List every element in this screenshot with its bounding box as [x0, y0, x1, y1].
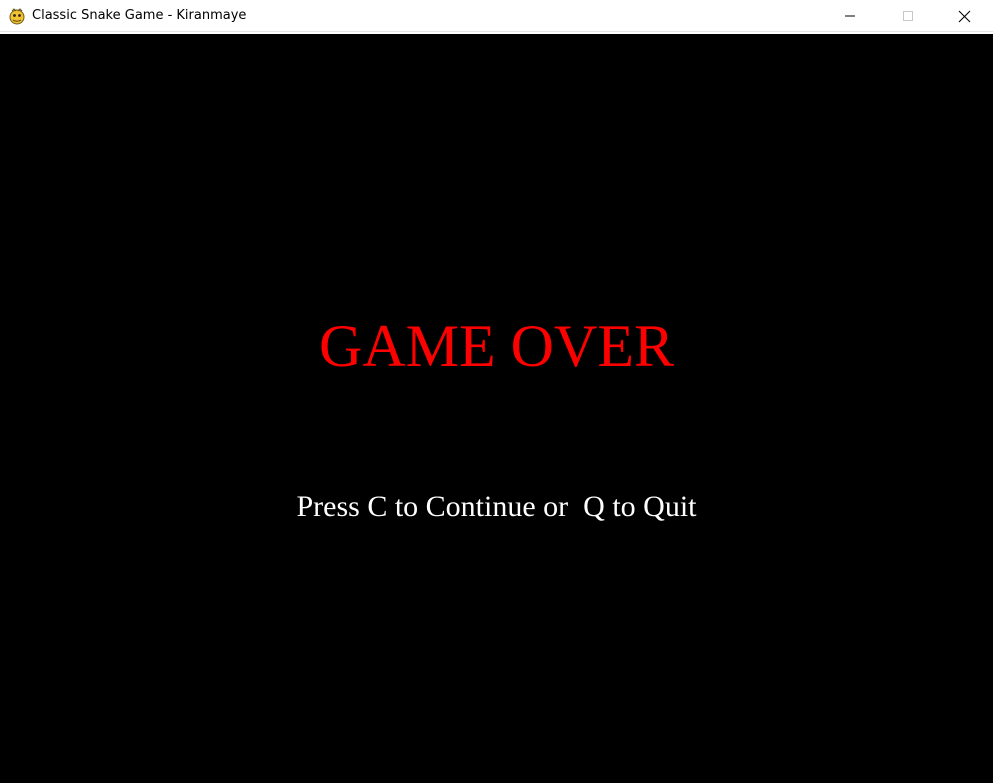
continue-quit-prompt: Press C to Continue or Q to Quit: [296, 490, 697, 523]
minimize-icon: [844, 10, 856, 22]
window-title: Classic Snake Game - Kiranmaye: [32, 8, 247, 23]
game-window: Classic Snake Game - Kiranmaye GAME OVER…: [0, 0, 993, 783]
game-over-headline: GAME OVER: [319, 313, 674, 379]
pygame-snake-icon: [8, 7, 26, 25]
game-canvas[interactable]: GAME OVER Press C to Continue or Q to Qu…: [0, 34, 993, 783]
maximize-button[interactable]: [879, 0, 937, 32]
close-button[interactable]: [935, 0, 993, 32]
close-icon: [958, 10, 971, 23]
minimize-button[interactable]: [821, 0, 879, 32]
title-bar[interactable]: Classic Snake Game - Kiranmaye: [0, 0, 993, 32]
maximize-icon: [902, 10, 914, 22]
